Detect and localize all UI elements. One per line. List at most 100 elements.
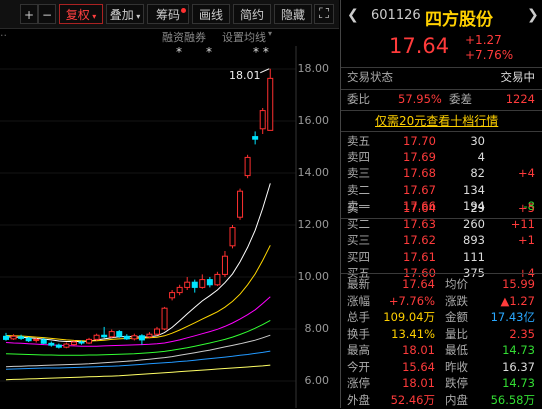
- stat-label: 最低: [445, 343, 468, 357]
- ask-row[interactable]: 卖三 17.68 82 +4: [341, 165, 542, 182]
- ask-volume: 134: [463, 182, 485, 197]
- trade-status-value: 交易中: [500, 70, 536, 84]
- candle[interactable]: [48, 341, 55, 347]
- forward-icon[interactable]: ❯: [527, 7, 539, 23]
- ask-level-label: 卖二: [347, 182, 370, 197]
- event-marker[interactable]: *: [206, 45, 212, 59]
- trade-status-row: 交易状态 交易中: [341, 69, 542, 86]
- stat-label: 换手: [347, 326, 370, 341]
- zoom-out-button[interactable]: −: [38, 4, 56, 24]
- candle-body: [86, 338, 93, 344]
- caret-down-icon: ▾: [89, 12, 97, 21]
- margin-trading-link[interactable]: 融资融券: [162, 29, 206, 45]
- draw-line-button[interactable]: 画线: [192, 4, 230, 24]
- chart-subbar: ·· 融资融券 设置均线 ▾: [0, 29, 339, 45]
- stat-value: 18.01: [402, 376, 435, 390]
- back-icon[interactable]: ❮: [347, 7, 359, 23]
- candle[interactable]: [252, 131, 259, 145]
- candle-body: [221, 255, 228, 275]
- ask-row[interactable]: 卖二 17.67 134: [341, 182, 542, 199]
- candle[interactable]: [55, 343, 62, 349]
- candle[interactable]: [244, 154, 251, 179]
- candle[interactable]: [138, 334, 145, 345]
- candle[interactable]: [259, 108, 266, 134]
- ask-level-label: 卖五: [347, 134, 370, 148]
- candle[interactable]: [116, 330, 123, 338]
- ma-settings-link[interactable]: 设置均线: [222, 29, 266, 45]
- weicha-label: 委差: [449, 92, 472, 106]
- fullscreen-icon[interactable]: ⛶: [314, 4, 334, 24]
- simple-mode-button[interactable]: 简约: [233, 4, 271, 24]
- candle[interactable]: [131, 333, 138, 341]
- weibi-value: 57.95%: [398, 92, 442, 106]
- candle[interactable]: [176, 284, 183, 296]
- candle-body: [40, 339, 47, 344]
- bid-volume: 29: [470, 201, 485, 215]
- bid-row[interactable]: 买一 17.64 29 +5: [341, 200, 542, 217]
- candle[interactable]: [3, 332, 9, 341]
- stat-value: 2.35: [509, 326, 535, 341]
- candle[interactable]: [191, 279, 198, 293]
- candle[interactable]: [10, 334, 17, 340]
- candle[interactable]: [184, 277, 191, 290]
- bid-level-label: 买一: [347, 201, 370, 215]
- candle-body: [18, 336, 25, 339]
- hide-button[interactable]: 隐藏: [274, 4, 312, 24]
- fuquan-label: 复权: [65, 8, 90, 22]
- stat-value: 18.01: [402, 343, 435, 357]
- bid-row[interactable]: 买二 17.63 260 +11: [341, 216, 542, 233]
- candle[interactable]: [267, 68, 274, 131]
- stock-code: 601126: [371, 8, 421, 23]
- ask-row[interactable]: 卖五 17.70 30: [341, 133, 542, 150]
- candle-body: [229, 227, 236, 247]
- candle[interactable]: [237, 188, 244, 220]
- bid-row[interactable]: 买四 17.61 111: [341, 249, 542, 266]
- candle[interactable]: [229, 225, 236, 249]
- bid-level-label: 买三: [347, 233, 370, 248]
- stat-label: 跌停: [445, 376, 468, 390]
- hide-label: 隐藏: [280, 8, 305, 22]
- candle[interactable]: [86, 337, 93, 345]
- candle[interactable]: [123, 334, 130, 340]
- fuquan-dropdown[interactable]: 复权 ▾: [59, 4, 103, 24]
- candle[interactable]: [169, 290, 176, 301]
- ask-volume: 30: [470, 134, 485, 148]
- stat-value: 14.73: [502, 343, 535, 357]
- candle[interactable]: [214, 271, 221, 287]
- kline-canvas[interactable]: [0, 0, 339, 408]
- bid-level-label: 买四: [347, 249, 370, 264]
- candle[interactable]: [154, 326, 160, 336]
- stat-label: 昨收: [445, 359, 468, 374]
- chips-button[interactable]: 筹码: [147, 4, 189, 24]
- quote-panel: ❮ 601126 四方股份 ❯ 17.64 +1.27 +7.76% 交易状态 …: [340, 0, 542, 408]
- stat-value: 17.64: [402, 277, 435, 291]
- ask-row[interactable]: 卖四 17.69 4: [341, 149, 542, 166]
- divider: [341, 131, 542, 132]
- price-axis-label: 14.00: [297, 166, 330, 179]
- bid-volume: 893: [463, 233, 485, 248]
- candle[interactable]: [221, 251, 228, 277]
- ma-line-0: [5, 183, 271, 342]
- overlay-dropdown[interactable]: 叠加 ▾: [106, 4, 144, 24]
- candle-body: [206, 279, 213, 286]
- candle[interactable]: [63, 342, 70, 349]
- bid-row[interactable]: 买三 17.62 893 +1: [341, 232, 542, 249]
- ask-price: 17.67: [403, 182, 436, 197]
- ask-delta: +4: [518, 166, 535, 181]
- bid-price: 17.61: [403, 249, 436, 264]
- price-axis-label: 6.00: [304, 374, 330, 387]
- level2-upgrade-link[interactable]: 仅需20元查看十档行情: [375, 112, 498, 129]
- candle-body: [116, 331, 123, 337]
- event-marker[interactable]: *: [176, 45, 182, 59]
- kline-chart-panel[interactable]: + − 复权 ▾ 叠加 ▾ 筹码 画线 简约 隐藏 ⛶ ·· 融资融券 设置均线…: [0, 0, 339, 408]
- bid-price: 17.64: [403, 201, 436, 215]
- candle[interactable]: [93, 333, 100, 341]
- candle[interactable]: [206, 277, 213, 288]
- candle-body: [199, 279, 206, 288]
- event-marker[interactable]: * *: [253, 45, 269, 59]
- weibi-row: 委比 57.95% 委差 1224: [341, 91, 542, 108]
- candle-body: [214, 273, 221, 286]
- candle[interactable]: [161, 306, 168, 331]
- candle[interactable]: [108, 329, 115, 338]
- zoom-in-button[interactable]: +: [20, 4, 38, 24]
